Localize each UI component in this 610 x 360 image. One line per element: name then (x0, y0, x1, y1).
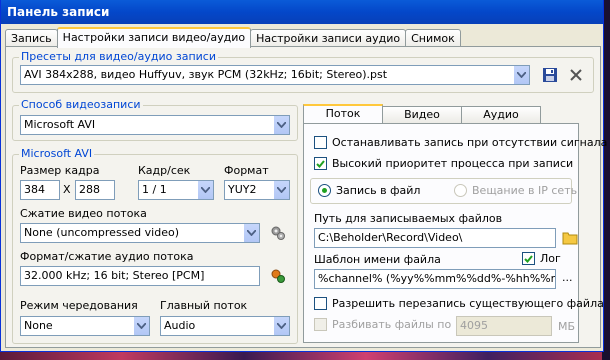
capture-method-value: Microsoft AVI (24, 118, 96, 131)
interleave-label: Режим чередования (20, 299, 138, 312)
checkmark-icon (524, 254, 533, 263)
chevron-down-icon[interactable] (243, 224, 259, 242)
window-title[interactable]: Панель записи (1, 0, 603, 24)
audio-settings-icon (271, 269, 285, 283)
high-priority-label: Высокий приоритет процесса при записи (332, 157, 574, 170)
fps-label: Кадр/сек (138, 164, 191, 177)
video-compression-label: Сжатие видео потока (20, 207, 147, 220)
log-checkbox[interactable]: Лог (522, 252, 561, 265)
gears-icon (271, 226, 285, 240)
checkmark-icon (316, 159, 325, 168)
subtab-video[interactable]: Видео (382, 106, 462, 123)
filename-template-input[interactable]: %channel% (%yy%%mm%%dd%-%hh%%nn% (314, 269, 556, 289)
record-to-file-label: Запись в файл (336, 184, 421, 197)
stream-subpage: Останавливать запись при отсутствии сигн… (303, 123, 607, 343)
path-input[interactable]: C:\Beholder\Record\Video\ (314, 228, 556, 248)
frame-height-input[interactable]: 288 (75, 180, 115, 200)
format-label: Формат (224, 164, 269, 177)
checkbox-box[interactable] (314, 318, 327, 331)
record-to-file-radio[interactable]: Запись в файл (318, 184, 420, 197)
master-stream-label: Главный поток (160, 299, 248, 312)
broadcast-ip-radio[interactable]: Вещание в IP сеть (454, 184, 577, 197)
chevron-down-icon[interactable] (273, 116, 289, 134)
presets-label: Пресеты для видео/аудио записи (19, 50, 218, 63)
stream-subtabs: Поток Видео Аудио (303, 104, 541, 124)
video-codec-settings-button[interactable] (268, 223, 288, 243)
high-priority-checkbox[interactable]: Высокий приоритет процесса при записи (314, 157, 573, 170)
fps-select[interactable]: 1 / 1 (138, 180, 214, 200)
video-compression-value: None (uncompressed video) (24, 226, 179, 239)
path-label: Путь для записываемых файлов (314, 212, 503, 225)
checkbox-box[interactable] (314, 297, 327, 310)
recording-panel-window: Панель записи Запись Настройки записи ви… (0, 0, 607, 352)
allow-overwrite-checkbox[interactable]: Разрешить перезапись существующего файла (314, 297, 604, 310)
delete-preset-button[interactable] (566, 65, 586, 85)
interleave-value: None (24, 319, 53, 332)
audio-format-field[interactable]: 32.000 kHz; 16 bit; Stereo [PCM] (20, 266, 260, 286)
broadcast-ip-label: Вещание в IP сеть (472, 184, 578, 197)
radio-circle[interactable] (454, 184, 467, 197)
save-preset-button[interactable] (540, 65, 560, 85)
close-icon (570, 69, 582, 81)
main-tabs: Запись Настройки записи видео/аудио Наст… (5, 27, 461, 48)
radio-circle[interactable] (318, 184, 331, 197)
master-stream-select[interactable]: Audio (160, 316, 290, 336)
split-size-input[interactable]: 4095 (456, 316, 552, 336)
subtab-audio[interactable]: Аудио (461, 106, 541, 123)
frame-size-label: Размер кадра (20, 164, 100, 177)
floppy-disk-icon (543, 68, 557, 82)
checkbox-box[interactable] (314, 157, 327, 170)
stop-no-signal-checkbox[interactable]: Останавливать запись при отсутствии сигн… (314, 136, 607, 149)
frame-size-separator: X (63, 183, 71, 196)
format-value: YUY2 (228, 183, 257, 196)
capture-method-label: Способ видеозаписи (19, 98, 143, 111)
tab-video-audio-settings[interactable]: Настройки записи видео/аудио (56, 27, 252, 48)
presets-select[interactable]: AVI 384x288, видео Huffyuv, звук PCM (32… (20, 65, 530, 85)
format-select[interactable]: YUY2 (224, 180, 290, 200)
presets-value: AVI 384x288, видео Huffyuv, звук PCM (32… (24, 68, 388, 81)
split-files-label: Разбивать файлы по (332, 318, 452, 331)
split-files-checkbox[interactable]: Разбивать файлы по (314, 318, 451, 331)
master-stream-value: Audio (164, 319, 196, 332)
video-compression-select[interactable]: None (uncompressed video) (20, 223, 260, 243)
capture-method-select[interactable]: Microsoft AVI (20, 115, 290, 135)
stop-no-signal-label: Останавливать запись при отсутствии сигн… (332, 136, 608, 149)
checkbox-box[interactable] (522, 252, 535, 265)
browse-folder-button[interactable] (560, 228, 580, 248)
chevron-down-icon[interactable] (197, 181, 213, 199)
microsoft-avi-label: Microsoft AVI (19, 147, 95, 160)
template-label: Шаблон имени файла (314, 253, 441, 266)
allow-overwrite-label: Разрешить перезапись существующего файла (332, 297, 604, 310)
fps-value: 1 / 1 (142, 183, 167, 196)
template-options-button[interactable]: ... (562, 271, 573, 284)
frame-width-input[interactable]: 384 (20, 180, 60, 200)
chevron-down-icon[interactable] (513, 66, 529, 84)
folder-icon (562, 232, 578, 245)
audio-format-label: Формат/сжатие аудио потока (20, 250, 194, 263)
split-unit-label: МБ (558, 320, 576, 333)
chevron-down-icon[interactable] (273, 181, 289, 199)
audio-format-settings-button[interactable] (268, 266, 288, 286)
chevron-down-icon[interactable] (133, 317, 149, 335)
chevron-down-icon[interactable] (273, 317, 289, 335)
log-label: Лог (540, 252, 561, 265)
subtab-stream[interactable]: Поток (303, 104, 383, 123)
interleave-select[interactable]: None (20, 316, 150, 336)
checkbox-box[interactable] (314, 136, 327, 149)
